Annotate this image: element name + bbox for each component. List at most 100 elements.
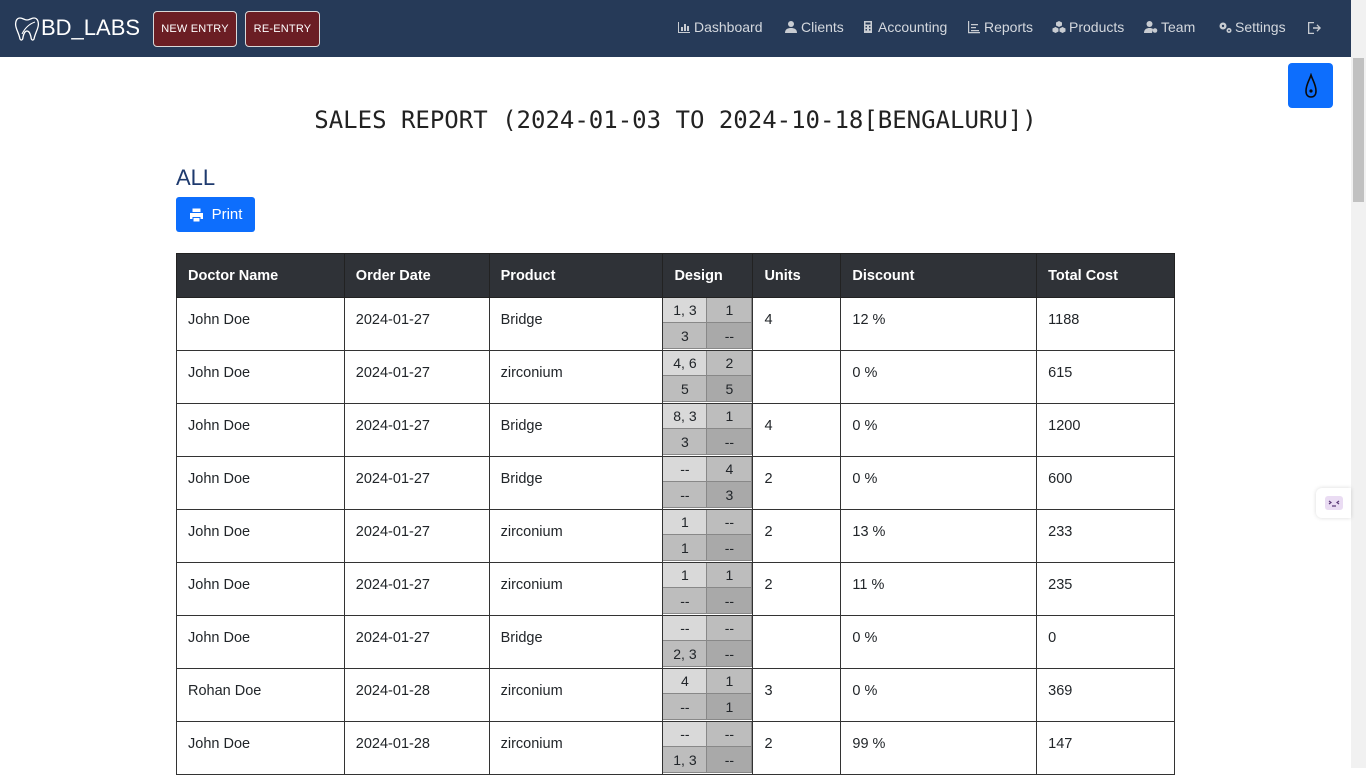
cell-discount: 0 % xyxy=(840,350,1038,404)
nav-products[interactable]: Products xyxy=(1052,19,1124,35)
cell-doctor-name: John Doe xyxy=(176,615,345,669)
design-cell: 3 xyxy=(707,482,753,508)
cell-units: 3 xyxy=(752,668,842,722)
header-total-cost[interactable]: Total Cost xyxy=(1036,253,1175,298)
cell-product: zirconium xyxy=(488,668,664,722)
design-cell: 2 xyxy=(707,351,753,376)
cell-order-date: 2024-01-27 xyxy=(343,562,490,616)
nav-accounting-label: Accounting xyxy=(878,19,948,35)
cubes-icon xyxy=(1052,21,1066,33)
design-cell: 3 xyxy=(663,323,708,349)
cell-product: zirconium xyxy=(488,721,664,775)
cell-doctor-name: John Doe xyxy=(176,721,345,775)
cell-order-date: 2024-01-27 xyxy=(343,615,490,669)
design-cell: 5 xyxy=(663,376,708,402)
cell-doctor-name: Rohan Doe xyxy=(176,668,345,722)
design-cell: -- xyxy=(707,747,753,773)
cell-design: -- -- 2, 3 -- xyxy=(662,615,754,669)
header-order-date[interactable]: Order Date xyxy=(343,253,490,298)
nav-clients[interactable]: Clients xyxy=(784,19,844,35)
cell-design: 1 1 -- -- xyxy=(662,562,754,616)
table-row: John Doe 2024-01-28 zirconium -- -- 1, 3 -- 2 99… xyxy=(176,721,1175,775)
table-row: John Doe 2024-01-27 Bridge -- 4 -- 3 2 0 % 600 xyxy=(176,456,1175,510)
sales-report-table: Doctor Name Order Date Product Design Un… xyxy=(176,253,1175,775)
design-cell: -- xyxy=(707,641,753,667)
cell-total-cost: 600 xyxy=(1036,456,1175,510)
design-cell: 1, 3 xyxy=(663,747,708,773)
nav-dashboard[interactable]: Dashboard xyxy=(677,19,763,35)
design-cell: 5 xyxy=(707,376,753,402)
re-entry-button[interactable]: RE-ENTRY xyxy=(245,11,320,47)
cell-discount: 0 % xyxy=(840,456,1038,510)
floating-action-button[interactable] xyxy=(1288,63,1333,108)
design-cell: -- xyxy=(663,722,708,747)
dashboard-icon xyxy=(678,22,690,33)
assistant-face-icon xyxy=(1324,496,1343,510)
cell-design: 4 1 -- 1 xyxy=(662,668,754,722)
calculator-icon xyxy=(864,21,872,33)
table-row: John Doe 2024-01-27 Bridge 1, 3 1 3 -- 4 12 % 118… xyxy=(176,297,1175,351)
design-cell: 1, 3 xyxy=(663,298,708,323)
table-row: John Doe 2024-01-27 zirconium 1 1 -- -- 2 11 % 23… xyxy=(176,562,1175,616)
cell-units: 2 xyxy=(752,721,842,775)
header-doctor-name[interactable]: Doctor Name xyxy=(176,253,345,298)
cell-total-cost: 1200 xyxy=(1036,403,1175,457)
nav-accounting[interactable]: Accounting xyxy=(861,19,947,35)
tooth-logo-icon xyxy=(14,17,40,41)
design-cell: -- xyxy=(707,323,753,349)
header-units[interactable]: Units xyxy=(752,253,842,298)
cell-order-date: 2024-01-27 xyxy=(343,509,490,563)
chart-icon xyxy=(968,21,980,34)
cell-units: 2 xyxy=(752,562,842,616)
cell-product: zirconium xyxy=(488,509,664,563)
design-grid: 4, 6255 xyxy=(663,351,753,403)
table-row: John Doe 2024-01-27 Bridge -- -- 2, 3 -- 0 % 0 xyxy=(176,615,1175,669)
design-cell: -- xyxy=(663,694,708,720)
assistant-widget[interactable] xyxy=(1316,488,1351,518)
nav-reports-label: Reports xyxy=(984,19,1034,35)
nav-clients-label: Clients xyxy=(801,19,844,35)
header-discount[interactable]: Discount xyxy=(840,253,1038,298)
brand-name: BD_LABS xyxy=(41,15,141,40)
new-entry-button[interactable]: NEW ENTRY xyxy=(153,11,237,47)
cell-doctor-name: John Doe xyxy=(176,403,345,457)
design-cell: -- xyxy=(707,616,753,641)
cell-total-cost: 235 xyxy=(1036,562,1175,616)
cell-doctor-name: John Doe xyxy=(176,509,345,563)
cell-product: zirconium xyxy=(488,350,664,404)
design-cell: 1 xyxy=(663,510,708,535)
design-cell: 3 xyxy=(663,429,708,455)
design-grid: 1 1 -- -- xyxy=(663,563,753,615)
cell-total-cost: 147 xyxy=(1036,721,1175,775)
logout-button[interactable] xyxy=(1306,20,1322,41)
design-grid: -- 4 -- 3 xyxy=(663,457,753,509)
nav-team[interactable]: Team xyxy=(1144,19,1195,35)
cell-product: Bridge xyxy=(488,456,664,510)
header-design[interactable]: Design xyxy=(662,253,754,298)
cell-order-date: 2024-01-27 xyxy=(343,456,490,510)
scrollbar-thumb[interactable] xyxy=(1353,58,1364,202)
cell-discount: 0 % xyxy=(840,615,1038,669)
nav-settings[interactable]: Settings xyxy=(1218,19,1286,35)
table-row: John Doe 2024-01-27 Bridge 8, 3 1 3 -- 4 0 % 1200 xyxy=(176,403,1175,457)
cell-order-date: 2024-01-27 xyxy=(343,297,490,351)
cell-design: 1, 3 1 3 -- xyxy=(662,297,754,351)
tooth-outline-icon xyxy=(1304,72,1317,98)
design-cell: -- xyxy=(707,535,753,561)
design-grid: -- -- 1, 3 -- xyxy=(663,722,753,774)
cell-product: Bridge xyxy=(488,403,664,457)
brand[interactable]: BD_LABS xyxy=(14,14,140,42)
nav-reports[interactable]: Reports xyxy=(967,19,1033,35)
cell-units: 2 xyxy=(752,456,842,510)
cell-discount: 11 % xyxy=(840,562,1038,616)
design-cell: 2, 3 xyxy=(663,641,708,667)
cell-order-date: 2024-01-27 xyxy=(343,403,490,457)
print-button[interactable]: Print xyxy=(176,197,255,232)
table-header-row: Doctor Name Order Date Product Design Un… xyxy=(176,253,1175,298)
design-cell: 4, 6 xyxy=(663,351,708,376)
design-cell: -- xyxy=(663,457,708,482)
design-grid: -- -- 2, 3 -- xyxy=(663,616,753,668)
cell-total-cost: 233 xyxy=(1036,509,1175,563)
header-product[interactable]: Product xyxy=(488,253,664,298)
design-cell: -- xyxy=(707,722,753,747)
